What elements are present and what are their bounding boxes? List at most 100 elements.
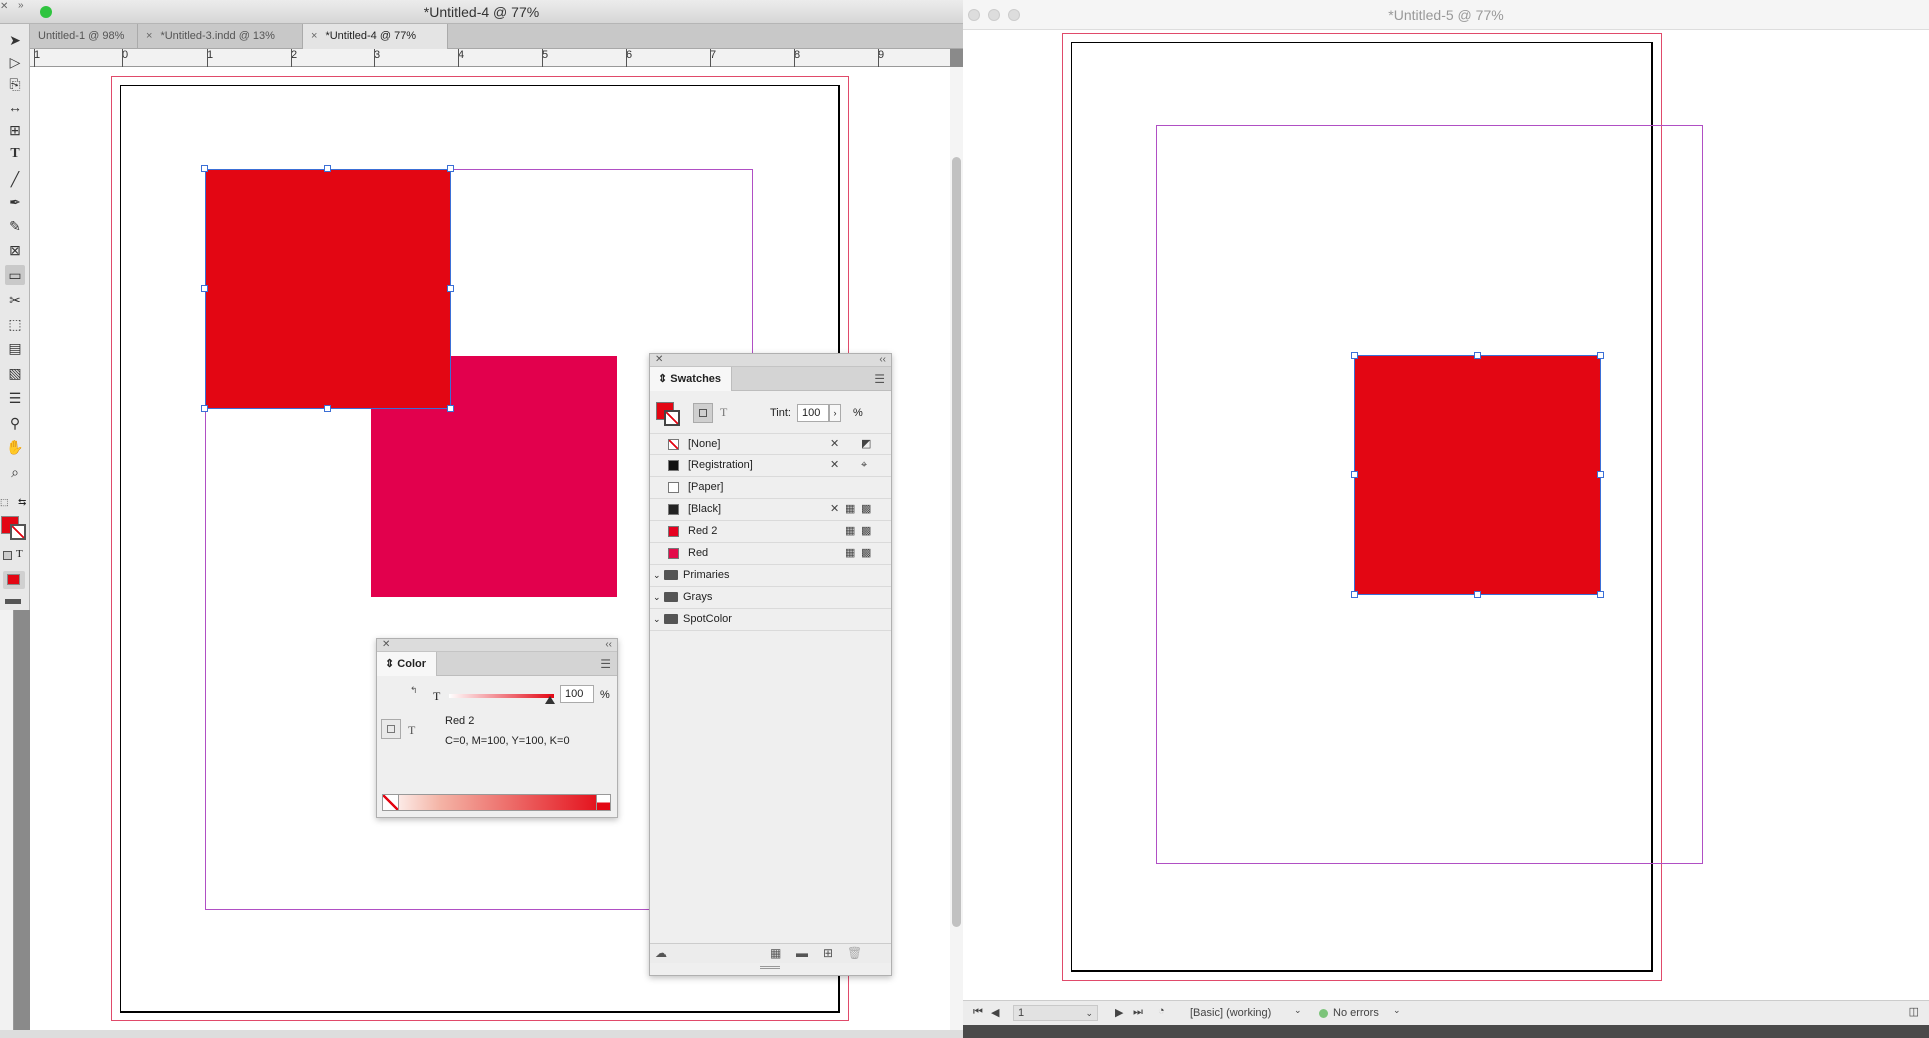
stroke-swatch[interactable] [10,524,26,540]
cc-library-icon[interactable]: ☁ [655,946,667,960]
view-mode-icon[interactable] [5,599,21,604]
note-tool-icon[interactable]: ☰ [5,388,25,408]
previous-page-icon[interactable]: ◀ [991,1006,999,1019]
scrollbar-thumb[interactable] [952,157,961,927]
panel-menu-icon[interactable]: ☰ [600,657,611,671]
panel-menu-icon[interactable]: ☰ [874,372,885,386]
window-title-bar[interactable]: *Untitled-4 @ 77% [0,0,963,24]
swatch-row-registration[interactable]: [Registration] ✕ ⌖ [650,455,891,477]
selection-handle[interactable] [201,405,208,412]
minimize-window-button[interactable] [988,9,1000,21]
close-icon[interactable]: ✕ [655,354,663,366]
zoom-tool-icon[interactable]: ⌕ [5,462,25,482]
close-icon[interactable]: ✕ [382,639,390,651]
delete-icon[interactable]: 🗑 [847,946,862,960]
pen-tool-icon[interactable]: ✒ [5,192,25,212]
collapse-icon[interactable]: ‹‹ [605,639,612,651]
chevron-down-icon[interactable]: ⌄ [1085,1006,1093,1020]
tint-input[interactable]: 100 [797,404,829,422]
next-page-icon[interactable]: ▶ [1115,1006,1123,1019]
rectangle-tool-icon[interactable]: ▭ [5,265,25,285]
resize-grip[interactable] [760,966,780,969]
selection-handle[interactable] [447,405,454,412]
tab-untitled-3[interactable]: × *Untitled-3.indd @ 13% [138,24,303,49]
selection-handle[interactable] [324,405,331,412]
selection-handle[interactable] [447,165,454,172]
selection-handle[interactable] [1597,591,1604,598]
horizontal-ruler[interactable]: 1 0 1 2 3 4 5 6 7 8 9 [30,49,950,67]
tint-slider-thumb[interactable] [545,696,555,704]
window-title-bar[interactable]: *Untitled-5 @ 77% [963,0,1929,30]
page-number-field[interactable]: 1 ⌄ [1013,1005,1098,1021]
rectangle-frame-tool-icon[interactable]: ⊠ [5,240,25,260]
formatting-container-icon[interactable] [3,551,12,560]
red2-rectangle-selected[interactable] [205,169,451,409]
free-transform-tool-icon[interactable]: ⬚ [5,314,25,334]
none-color-icon[interactable] [383,795,399,810]
content-collector-icon[interactable]: ⊞ [5,120,25,140]
direct-selection-tool-icon[interactable]: ▷ [5,52,25,72]
chevron-down-icon[interactable]: ⌄ [1294,1005,1302,1016]
selection-handle[interactable] [324,165,331,172]
style-label[interactable]: [Basic] (working) [1190,1007,1271,1019]
eyedropper-tool-icon[interactable]: ⚲ [5,413,25,433]
tint-stepper-icon[interactable]: › [829,404,841,422]
page-tool-icon[interactable]: ⎘ [5,74,25,94]
swatch-row-black[interactable]: [Black] ✕ ▦ ▩ [650,499,891,521]
first-page-icon[interactable]: ⏮ [973,1006,983,1019]
selection-handle[interactable] [1351,471,1358,478]
container-fill-button[interactable] [381,719,401,739]
selection-handle[interactable] [1351,591,1358,598]
expand-chevron-icon[interactable]: ⌄ [653,609,661,630]
scissors-tool-icon[interactable]: ✂ [5,290,25,310]
split-layout-icon[interactable]: ◫ [1909,1005,1919,1018]
line-tool-icon[interactable]: ╱ [5,169,25,189]
tab-untitled-1[interactable]: Untitled-1 @ 98% [30,24,138,49]
text-fill-button[interactable]: T [408,723,415,738]
tab-swatches[interactable]: ⇕ Swatches [650,367,733,391]
swatch-group-primaries[interactable]: ⌄ Primaries [650,565,891,587]
tint-input[interactable]: 100 [560,685,594,703]
apply-color-button[interactable] [3,571,25,589]
swatch-row-red-2[interactable]: Red 2 ▦ ▩ [650,521,891,543]
close-icon[interactable]: ✕ [0,1,8,12]
container-button[interactable] [693,403,713,423]
collapse-arrows-icon[interactable]: » [18,0,24,11]
chevron-down-icon[interactable]: ⌄ [1393,1005,1401,1016]
open-page-icon[interactable]: ◔ [1158,1005,1165,1017]
pasteboard[interactable] [963,30,1929,1000]
close-tab-icon[interactable]: × [311,30,317,42]
swap-icon[interactable]: ↰ [410,685,418,696]
tab-color[interactable]: ⇕ Color [377,652,438,676]
gradient-swatch-tool-icon[interactable]: ▤ [5,338,25,358]
close-tab-icon[interactable]: × [146,30,152,42]
default-colors-icon[interactable]: ⬚ [0,497,9,508]
vertical-ruler[interactable] [0,610,14,1030]
swatch-group-spotcolor[interactable]: ⌄ SpotColor [650,609,891,631]
white-black-icon[interactable] [596,795,610,810]
show-swatches-icon[interactable]: ▦ [770,946,781,960]
text-button[interactable]: T [720,405,727,420]
swatch-group-grays[interactable]: ⌄ Grays [650,587,891,609]
expand-chevron-icon[interactable]: ⌄ [653,565,661,586]
collapse-icon[interactable]: ‹‹ [879,354,886,366]
color-ramp[interactable] [382,794,611,811]
preflight-label[interactable]: No errors [1333,1007,1379,1019]
swap-colors-icon[interactable]: ⇆ [18,497,26,508]
type-tool-icon[interactable]: T [5,144,25,164]
selection-handle[interactable] [1597,471,1604,478]
new-group-icon[interactable]: ▬ [796,946,808,960]
selection-handle[interactable] [1597,352,1604,359]
selection-handle[interactable] [201,285,208,292]
red2-rectangle-selected[interactable] [1354,355,1601,595]
zoom-window-button[interactable] [40,6,52,18]
selection-handle[interactable] [201,165,208,172]
panel-header[interactable]: ✕ ‹‹ [650,354,891,367]
selection-handle[interactable] [1351,352,1358,359]
tint-slider-track[interactable] [449,694,554,698]
formatting-text-icon[interactable]: T [16,548,23,560]
hand-tool-icon[interactable]: ✋ [5,437,25,457]
new-swatch-icon[interactable]: ⊞ [823,946,833,960]
selection-handle[interactable] [1474,591,1481,598]
panel-header[interactable]: ✕ ‹‹ [377,639,617,652]
